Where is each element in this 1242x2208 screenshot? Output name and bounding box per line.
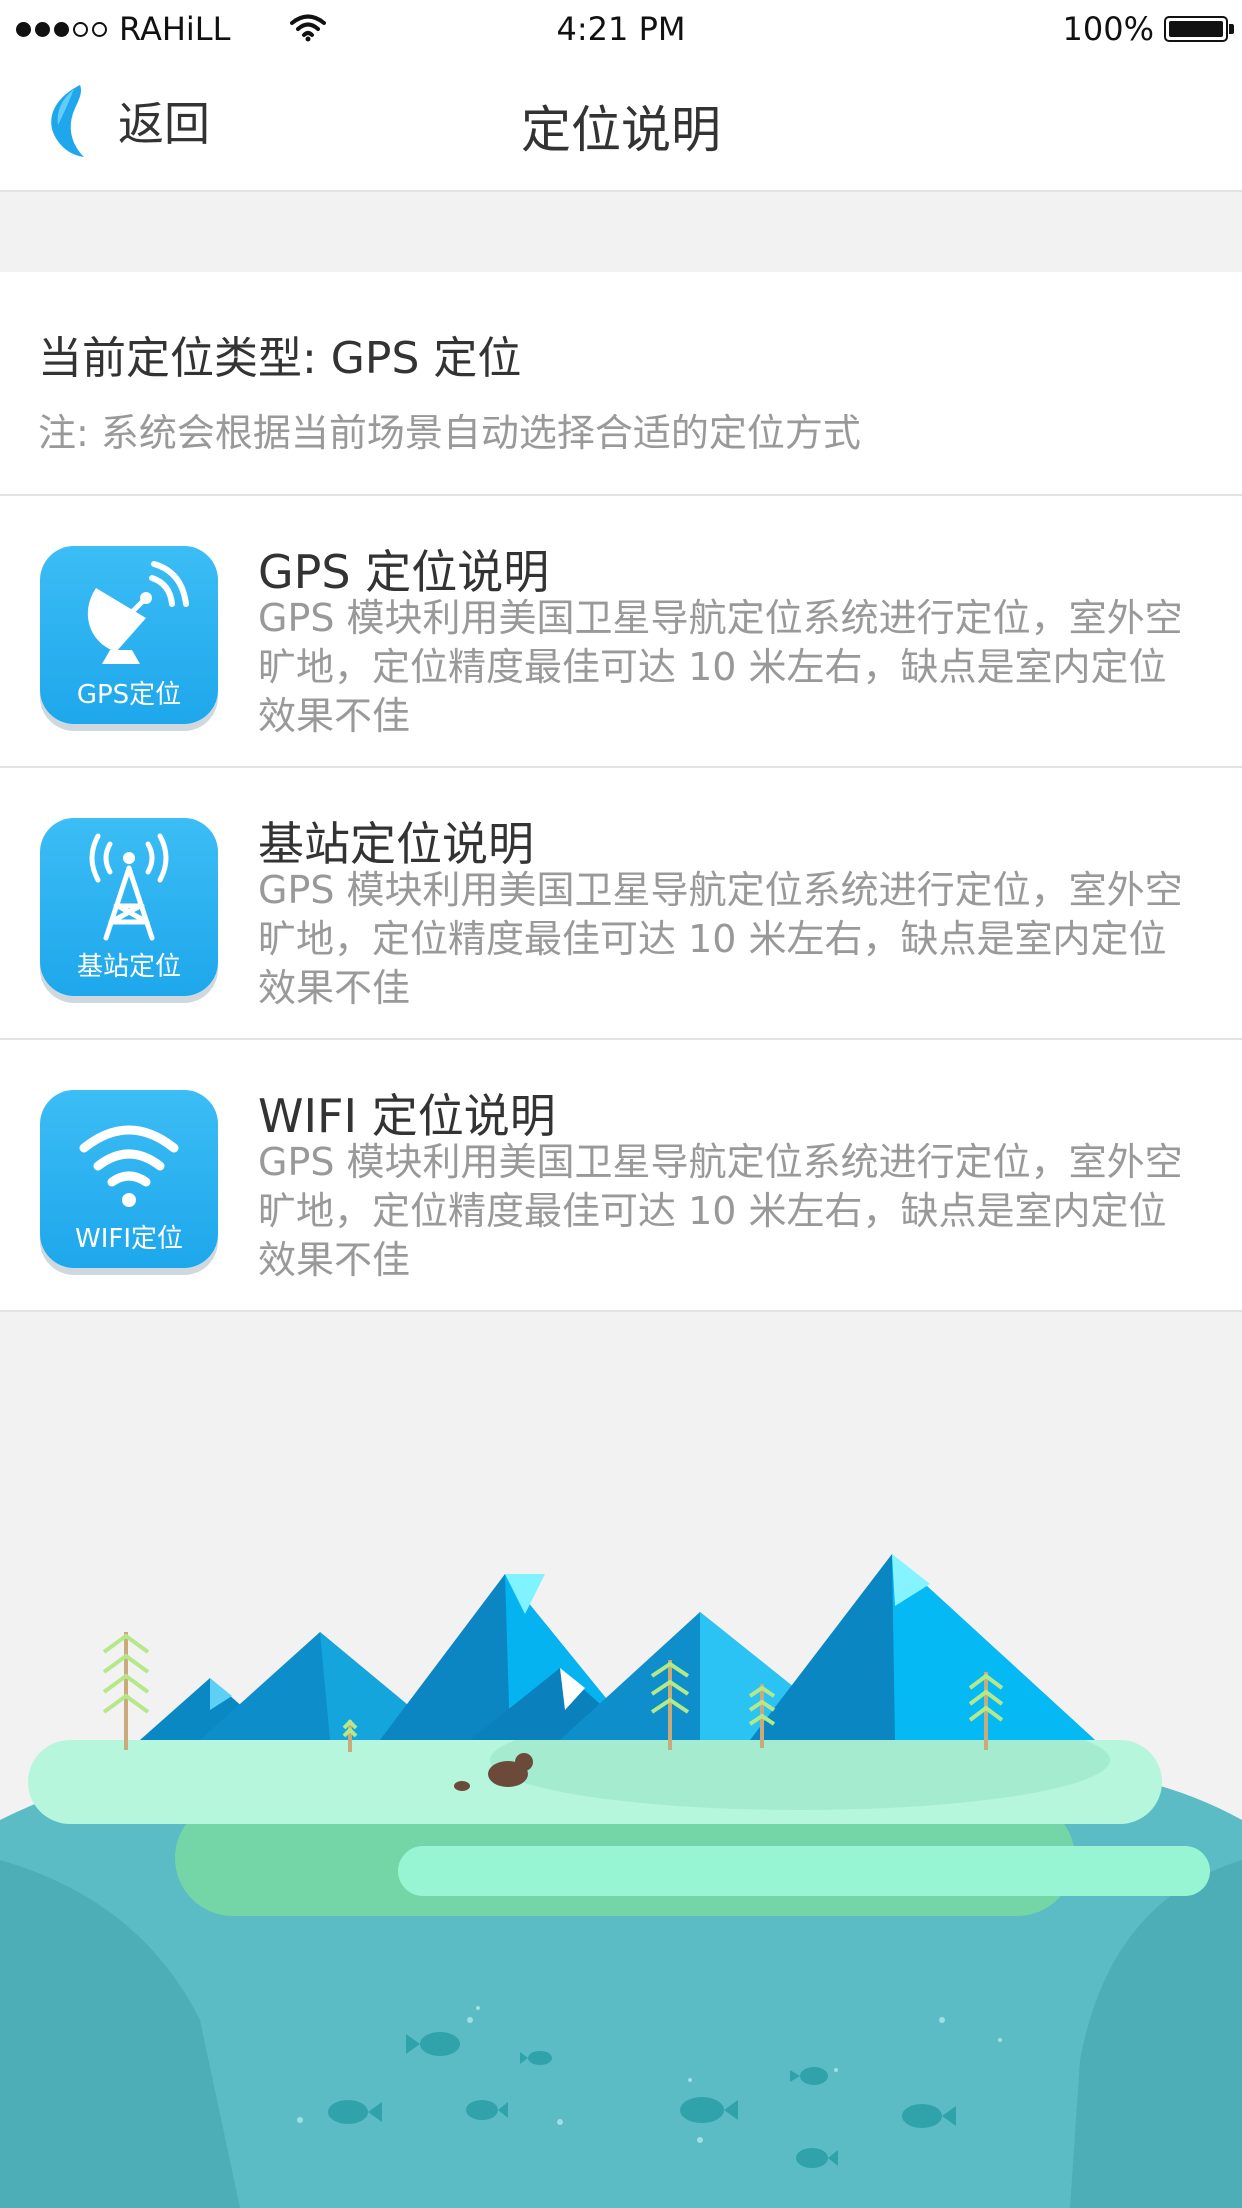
- nav-bar: 返回 定位说明: [0, 60, 1242, 192]
- battery-icon: [1164, 16, 1234, 42]
- status-time: 4:21 PM: [556, 10, 686, 48]
- list-item-gps[interactable]: GPS定位 GPS 定位说明 GPS 模块利用美国卫星导航定位系统进行定位，室外…: [0, 496, 1242, 768]
- current-location-type-panel: 当前定位类型: GPS 定位 注: 系统会根据当前场景自动选择合适的定位方式: [0, 272, 1242, 496]
- page-title: 定位说明: [521, 101, 721, 159]
- list-item-base-station[interactable]: 基站定位 基站定位说明 GPS 模块利用美国卫星导航定位系统进行定位，室外空旷地…: [0, 768, 1242, 1040]
- battery-percent: 100%: [1062, 10, 1154, 48]
- battery-status: 100%: [1062, 10, 1234, 48]
- status-bar: RAHiLL 4:21 PM 100%: [0, 0, 1242, 60]
- base-station-icon-label: 基站定位: [76, 952, 181, 982]
- landscape-illustration: [0, 1554, 1242, 2208]
- current-type-note: 注: 系统会根据当前场景自动选择合适的定位方式: [38, 411, 861, 455]
- base-station-item-description: GPS 模块利用美国卫星导航定位系统进行定位，室外空旷地，定位精度最佳可达 10…: [258, 868, 1183, 1010]
- wifi-icon-label: WIFI定位: [75, 1224, 183, 1254]
- gps-item-title: GPS 定位说明: [258, 545, 550, 599]
- base-station-app-icon: 基站定位: [40, 818, 218, 996]
- base-station-item-title: 基站定位说明: [258, 817, 534, 871]
- wifi-item-title: WIFI 定位说明: [258, 1089, 556, 1143]
- wifi-item-description: GPS 模块利用美国卫星导航定位系统进行定位，室外空旷地，定位精度最佳可达 10…: [258, 1140, 1183, 1282]
- gps-app-icon: GPS定位: [40, 546, 218, 724]
- gps-item-description: GPS 模块利用美国卫星导航定位系统进行定位，室外空旷地，定位精度最佳可达 10…: [258, 596, 1183, 738]
- gps-icon-label: GPS定位: [76, 680, 182, 710]
- list-item-wifi[interactable]: WIFI定位 WIFI 定位说明 GPS 模块利用美国卫星导航定位系统进行定位，…: [0, 1040, 1242, 1312]
- current-type-text: 当前定位类型: GPS 定位: [38, 333, 522, 384]
- wifi-app-icon: WIFI定位: [40, 1090, 218, 1268]
